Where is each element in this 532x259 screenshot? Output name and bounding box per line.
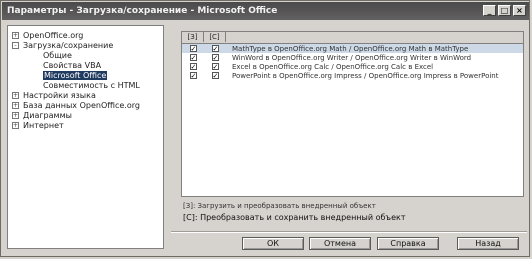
tree-item-load-save[interactable]: - Загрузка/сохранение [12,40,113,50]
expand-icon[interactable]: + [12,91,19,99]
save-checkbox[interactable]: ✓ [211,54,219,62]
legend-save: [С]: Преобразовать и сохранить внедренны… [183,213,406,222]
grid-row[interactable]: ✓ ✓ PowerPoint в OpenOffice.org Impress … [182,71,523,80]
divider [171,231,527,233]
load-checkbox[interactable]: ✓ [189,45,197,53]
tree-item-general[interactable]: Общие [43,50,72,60]
tree-item-label: Интернет [23,120,64,130]
expand-icon[interactable]: + [12,31,19,39]
collapse-icon[interactable]: - [12,41,19,49]
column-header-description [226,32,523,42]
save-checkbox[interactable]: ✓ [211,63,219,71]
minimize-icon[interactable]: _ [483,5,496,16]
grid-row[interactable]: ✓ ✓ Excel в OpenOffice.org Calc / OpenOf… [182,62,523,71]
tree-item-label: Общие [43,50,72,60]
tree-item-openoffice[interactable]: + OpenOffice.org [12,30,83,40]
back-button[interactable]: Назад [457,237,519,250]
legend-load: [З]: Загрузить и преобразовать внедренны… [183,202,376,210]
tree-item-label: Свойства VBA [43,60,102,70]
load-checkbox[interactable]: ✓ [189,54,197,62]
conversion-grid[interactable]: [З] [С] ✓ ✓ MathType в OpenOffice.org Ma… [181,31,524,197]
row-text: PowerPoint в OpenOffice.org Impress / Op… [232,71,499,80]
cancel-button[interactable]: Отмена [309,237,371,250]
grid-header: [З] [С] [182,32,523,44]
load-checkbox[interactable]: ✓ [189,63,197,71]
tree-item-microsoft-office[interactable]: Microsoft Office [43,70,108,80]
tree-item-label: Microsoft Office [43,70,108,80]
window-controls: _ □ × [483,5,526,16]
column-header-save[interactable]: [С] [204,32,226,42]
tree-item-label: Загрузка/сохранение [23,40,114,50]
expand-icon[interactable]: + [12,121,19,129]
save-checkbox[interactable]: ✓ [211,72,219,80]
maximize-icon[interactable]: □ [498,5,511,16]
title-bar[interactable]: Параметры - Загрузка/сохранение - Micros… [2,2,529,20]
window-title: Параметры - Загрузка/сохранение - Micros… [7,6,278,16]
tree-item-label: Совместимость с HTML [43,80,140,90]
column-header-load[interactable]: [З] [182,32,204,42]
expand-icon[interactable]: + [12,101,19,109]
tree-item-internet[interactable]: + Интернет [12,120,64,130]
grid-row[interactable]: ✓ ✓ WinWord в OpenOffice.org Writer / Op… [182,53,523,62]
tree-item-database[interactable]: + База данных OpenOffice.org [12,100,140,110]
row-text: Excel в OpenOffice.org Calc / OpenOffice… [232,62,434,71]
tree-item-vba[interactable]: Свойства VBA [43,60,101,70]
tree-item-label: Настройки языка [23,90,96,100]
tree-item-label: База данных OpenOffice.org [23,100,140,110]
expand-icon[interactable]: + [12,111,19,119]
row-text: WinWord в OpenOffice.org Writer / OpenOf… [232,53,472,62]
ok-button[interactable]: ОК [242,237,304,250]
options-tree[interactable]: + OpenOffice.org - Загрузка/сохранение О… [7,25,164,249]
load-checkbox[interactable]: ✓ [189,72,197,80]
close-icon[interactable]: × [513,5,526,16]
help-button[interactable]: Справка [377,237,439,250]
tree-item-label: Диаграммы [23,110,72,120]
grid-row[interactable]: ✓ ✓ MathType в OpenOffice.org Math / Ope… [182,44,523,53]
save-checkbox[interactable]: ✓ [211,45,219,53]
row-text: MathType в OpenOffice.org Math / OpenOff… [232,44,469,53]
tree-item-html[interactable]: Совместимость с HTML [43,80,140,90]
options-dialog: Параметры - Загрузка/сохранение - Micros… [0,0,530,257]
tree-item-charts[interactable]: + Диаграммы [12,110,72,120]
tree-item-language[interactable]: + Настройки языка [12,90,96,100]
tree-item-label: OpenOffice.org [23,30,84,40]
